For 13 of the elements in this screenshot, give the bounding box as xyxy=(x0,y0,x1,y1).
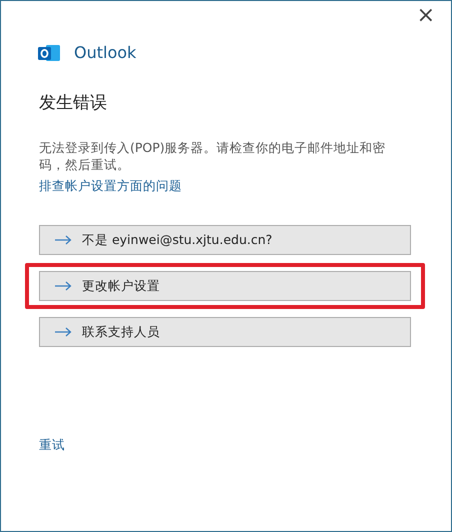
error-heading: 发生错误 xyxy=(38,92,108,115)
retry-link[interactable]: 重试 xyxy=(39,436,65,455)
outlook-logo-icon xyxy=(38,43,60,63)
app-title: Outlook xyxy=(74,42,136,64)
troubleshoot-link[interactable]: 排查帐户设置方面的问题 xyxy=(39,176,182,196)
option-button[interactable]: 联系支持人员 xyxy=(39,317,411,348)
option-button[interactable]: 不是 eyinwei@stu.xjtu.edu.cn? xyxy=(39,225,411,256)
arrow-right-icon xyxy=(54,281,72,292)
error-message: 无法登录到传入(POP)服务器。请检查你的电子邮件地址和密码，然后重试。 xyxy=(39,138,387,172)
option-button[interactable]: 更改帐户设置 xyxy=(39,271,411,302)
close-button[interactable]: × xyxy=(412,5,439,27)
arrow-right-icon xyxy=(54,327,72,338)
arrow-right-icon xyxy=(54,235,72,246)
